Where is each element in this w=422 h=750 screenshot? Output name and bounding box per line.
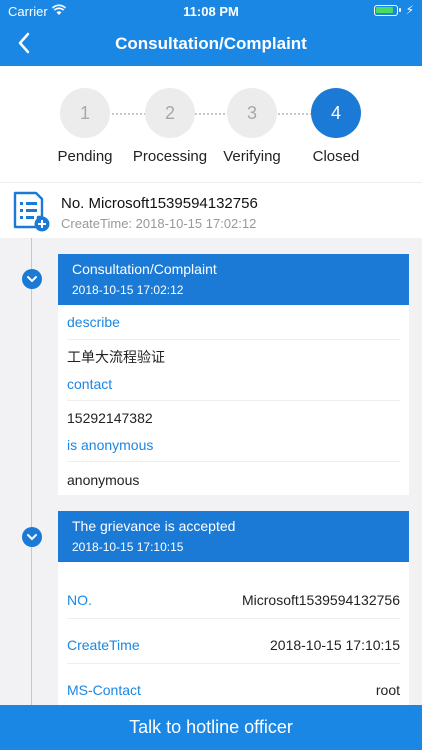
header: Carrier 11:08 PM ⚡ Consultation/Complain… xyxy=(0,0,422,66)
charging-icon: ⚡ xyxy=(405,3,414,17)
card-title: The grievance is accepted xyxy=(72,518,236,534)
progress-steps: 1 Pending 2 Processing 3 Verifying 4 Clo… xyxy=(0,66,422,182)
step-number: 2 xyxy=(145,88,195,138)
step-label: Pending xyxy=(57,148,113,165)
step-label: Verifying xyxy=(223,148,281,165)
document-add-icon xyxy=(13,191,50,232)
step-number: 1 xyxy=(60,88,110,138)
battery-icon xyxy=(374,5,401,16)
card-date: 2018-10-15 17:10:15 xyxy=(72,540,184,554)
divider xyxy=(67,461,400,462)
row-value-createtime: 2018-10-15 17:10:15 xyxy=(270,637,400,653)
step-processing: 2 Processing xyxy=(125,88,215,165)
card-date: 2018-10-15 17:02:12 xyxy=(72,283,184,297)
row-value-ms-contact: root xyxy=(375,682,400,698)
chevron-down-icon[interactable] xyxy=(22,527,42,547)
divider xyxy=(67,663,400,664)
divider xyxy=(67,339,400,340)
status-bar: Carrier 11:08 PM ⚡ xyxy=(0,0,422,22)
divider xyxy=(67,400,400,401)
step-closed: 4 Closed xyxy=(291,88,381,165)
chevron-down-icon[interactable] xyxy=(22,269,42,289)
row-label-createtime: CreateTime xyxy=(67,637,140,653)
timeline-line xyxy=(31,238,32,718)
step-number: 3 xyxy=(227,88,277,138)
field-label-anonymous: is anonymous xyxy=(67,437,154,453)
field-value-describe: 工单大流程验证 xyxy=(67,349,165,365)
order-create-time: CreateTime: 2018-10-15 17:02:12 xyxy=(61,216,257,231)
divider xyxy=(67,618,400,619)
field-label-contact: contact xyxy=(67,376,113,392)
row-label-no: NO. xyxy=(67,592,92,608)
talk-to-hotline-button[interactable]: Talk to hotline officer xyxy=(0,705,422,750)
clock: 11:08 PM xyxy=(183,4,239,19)
card-header[interactable]: The grievance is accepted 2018-10-15 17:… xyxy=(58,511,409,562)
timeline-card-submitted: Consultation/Complaint 2018-10-15 17:02:… xyxy=(58,254,409,495)
timeline-card-accepted: The grievance is accepted 2018-10-15 17:… xyxy=(58,511,409,705)
step-verifying: 3 Verifying xyxy=(207,88,297,165)
field-value-contact: 15292147382 xyxy=(67,410,153,426)
row-value-no: Microsoft1539594132756 xyxy=(241,592,400,608)
field-label-describe: describe xyxy=(67,314,120,330)
card-header[interactable]: Consultation/Complaint 2018-10-15 17:02:… xyxy=(58,254,409,305)
order-number: No. Microsoft1539594132756 xyxy=(61,195,258,212)
step-label: Closed xyxy=(312,148,360,165)
order-info: No. Microsoft1539594132756 CreateTime: 2… xyxy=(0,182,422,238)
row-label-ms-contact: MS-Contact xyxy=(67,682,141,698)
card-title: Consultation/Complaint xyxy=(72,261,217,277)
step-pending: 1 Pending xyxy=(40,88,130,165)
step-number: 4 xyxy=(311,88,361,138)
field-value-anonymous: anonymous xyxy=(67,472,140,488)
step-label: Processing xyxy=(132,148,208,165)
page-title: Consultation/Complaint xyxy=(115,34,307,53)
